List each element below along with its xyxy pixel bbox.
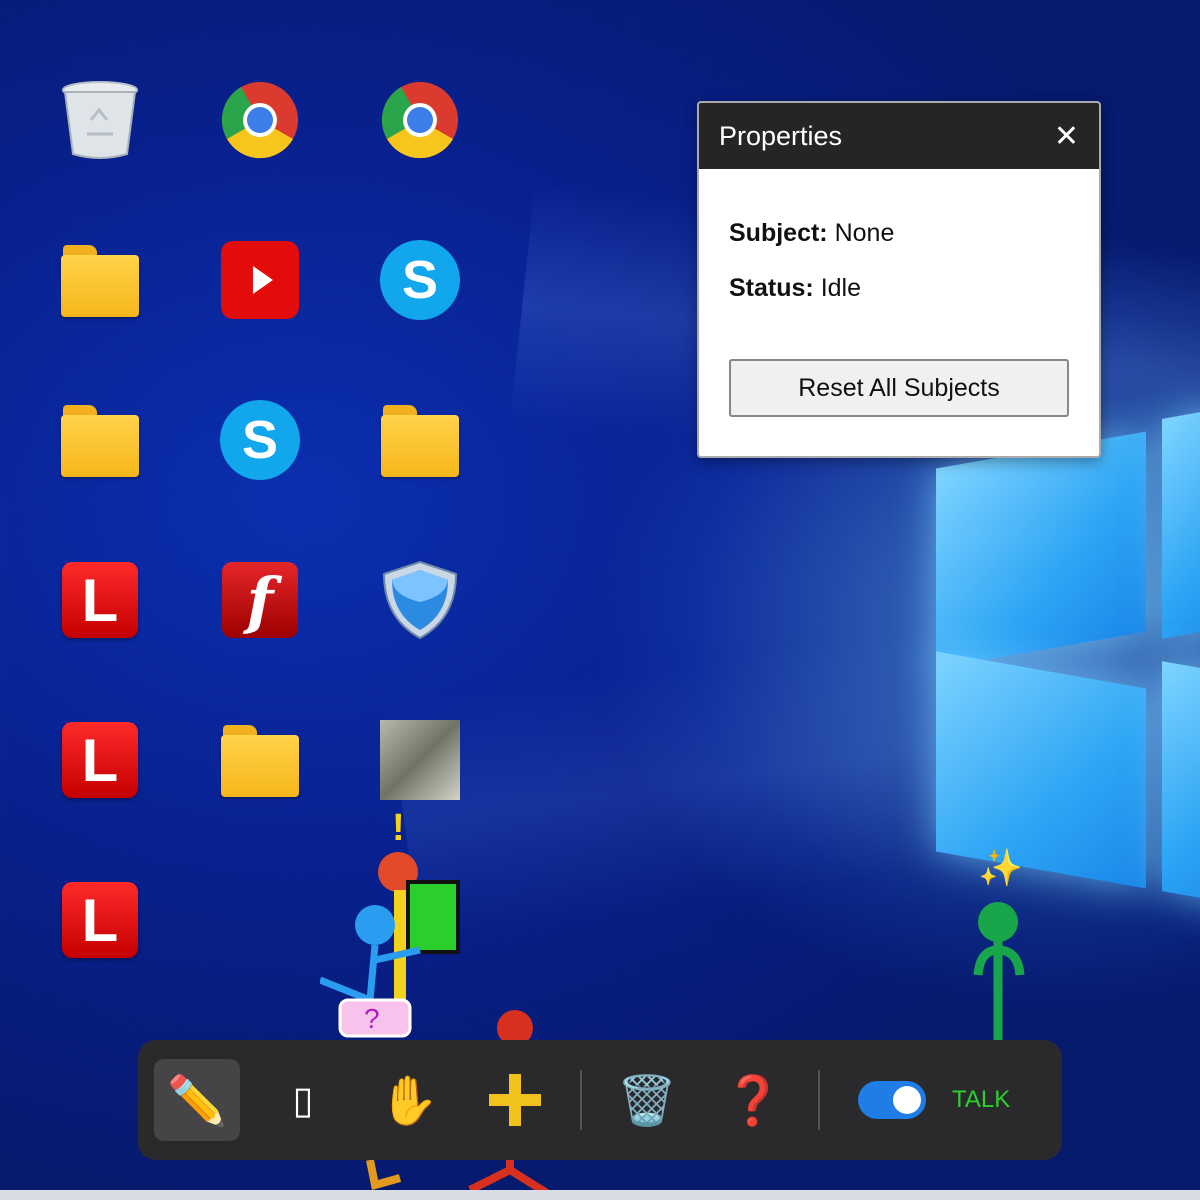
eraser-icon: ▯ [292,1079,314,1122]
subject-label: Subject: [729,219,828,247]
status-row: Status: Idle [729,274,1069,303]
talk-label: TALK [952,1086,1011,1113]
folder-icon[interactable] [380,400,460,480]
talk-toggle[interactable] [858,1081,926,1119]
green-stick-figure[interactable]: ✨ [960,840,1040,1040]
add-button[interactable] [472,1059,558,1141]
taskbar-edge [0,1190,1200,1200]
question-icon: ? [364,1003,380,1034]
photo-icon[interactable] [380,720,460,800]
skype-icon[interactable]: S [380,240,460,320]
trash-button[interactable]: 🗑️ [604,1059,690,1141]
pencil-icon: ✏️ [167,1074,227,1128]
properties-dialog: Properties ✕ Subject: None Status: Idle … [697,101,1101,458]
status-value: Idle [820,274,861,302]
chrome-icon[interactable] [380,80,460,160]
hand-tool-button[interactable]: ✋ [366,1059,452,1141]
skype-icon[interactable]: S [220,400,300,480]
chrome-icon[interactable] [220,80,300,160]
folder-icon[interactable] [60,400,140,480]
folder-icon[interactable] [60,240,140,320]
sparkle-icon: ✨ [978,848,1023,889]
hand-icon: ✋ [379,1074,439,1128]
subject-value: None [834,219,895,247]
app-l-icon[interactable]: L [60,720,140,800]
alert-icon: ! [392,807,405,849]
eraser-tool-button[interactable]: ▯ [260,1059,346,1141]
dialog-title: Properties [719,120,843,151]
question-mark-icon: ❓ [723,1074,783,1128]
app-l-icon[interactable]: L [60,560,140,640]
shield-icon[interactable] [380,560,460,640]
youtube-icon[interactable] [220,240,300,320]
toolbar-divider [580,1070,582,1130]
status-label: Status: [729,274,814,302]
recycle-bin-icon[interactable] [60,80,140,160]
toolbar-divider [818,1070,820,1130]
trash-icon: 🗑️ [617,1074,677,1128]
plus-icon [489,1074,541,1126]
pencil-tool-button[interactable]: ✏️ [154,1059,240,1141]
help-button[interactable]: ❓ [710,1059,796,1141]
close-icon[interactable]: ✕ [1054,119,1079,154]
dialog-titlebar: Properties ✕ [699,103,1099,169]
bottom-toolbar: ✏️ ▯ ✋ 🗑️ ❓ TALK [138,1040,1062,1160]
app-l-icon[interactable]: L [60,880,140,960]
flash-icon[interactable]: f [220,560,300,640]
subject-row: Subject: None [729,219,1069,248]
folder-icon[interactable] [220,720,300,800]
reset-all-subjects-button[interactable]: Reset All Subjects [729,359,1069,417]
